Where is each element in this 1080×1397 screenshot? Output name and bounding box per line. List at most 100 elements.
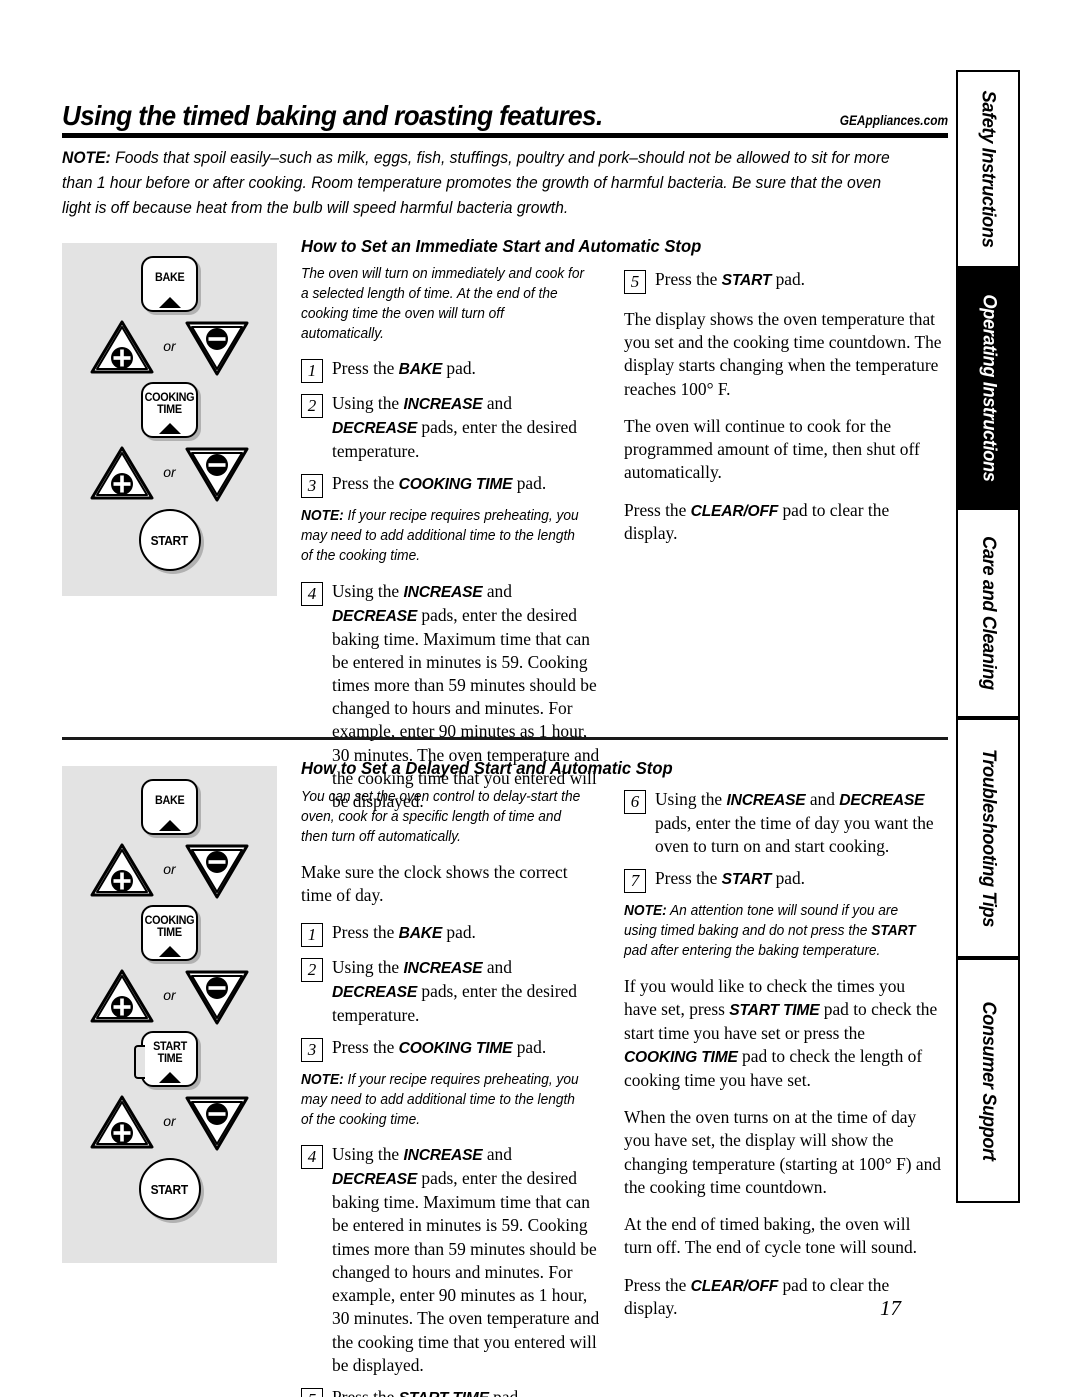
sidebar-item-consumer-support[interactable]: Consumer Support — [956, 958, 1020, 1203]
increase-pad[interactable] — [88, 444, 156, 504]
step-pre: Using the — [332, 393, 404, 414]
step-number: 1 — [301, 923, 323, 948]
or-label-2: or — [163, 464, 176, 480]
or-label-1: or — [163, 861, 176, 877]
increase-decrease-row-2: or — [88, 967, 250, 1027]
immediate-right-column: 5 Press the START pad. The display shows… — [624, 268, 942, 560]
cooking-time-pad-label: COOKING TIME — [144, 392, 195, 416]
pad-name: DECREASE — [332, 607, 418, 625]
start-time-pad[interactable]: START TIME — [134, 1031, 198, 1087]
step-pre: Press the — [332, 358, 399, 379]
pad-name: INCREASE — [403, 960, 483, 978]
step-post: pad. — [442, 922, 476, 943]
top-note-label: NOTE: — [62, 149, 111, 167]
up-triangle-icon — [158, 946, 181, 957]
start-pad-row: START — [138, 509, 201, 571]
step-item: 1 Press the BAKE pad. — [301, 921, 601, 948]
step-text: Press the BAKE pad. — [332, 357, 601, 383]
bake-pad-label: BAKE — [154, 795, 185, 808]
sidebar-item-label: Care and Cleaning — [978, 536, 999, 690]
start-time-pad-row: START TIME — [134, 1031, 198, 1087]
note-label: NOTE: — [301, 1071, 344, 1088]
sidebar-item-label: Safety Instructions — [978, 90, 999, 248]
section-heading-immediate: How to Set an Immediate Start and Automa… — [301, 236, 702, 256]
step-mid: and — [805, 789, 840, 809]
increase-pad[interactable] — [88, 1093, 156, 1153]
step-mid: and — [482, 393, 512, 414]
step-number: 7 — [624, 869, 646, 894]
attention-tone-note: NOTE: An attention tone will sound if yo… — [624, 902, 929, 962]
step-number: 4 — [301, 581, 323, 606]
step-item: 1 Press the BAKE pad. — [301, 357, 601, 384]
immediate-clear-off-para: Press the CLEAR/OFF pad to clear the dis… — [624, 499, 942, 546]
up-triangle-icon — [158, 820, 181, 831]
pad-name: COOKING TIME — [624, 1049, 738, 1067]
increase-pad[interactable] — [88, 318, 156, 378]
step-number: 3 — [301, 474, 323, 499]
up-triangle-icon — [158, 423, 181, 434]
pad-name: INCREASE — [726, 792, 806, 809]
delayed-right-column: 6 Using the INCREASE and DECREASE pads, … — [624, 788, 942, 1335]
step-post: pad. — [771, 269, 806, 289]
control-panel-delayed: BAKE or COOKING TIME or START TIME or ST… — [62, 766, 277, 1263]
step-text: Press the COOKING TIME pad. — [332, 1036, 601, 1062]
pad-name: DECREASE — [332, 983, 418, 1001]
start-pad[interactable]: START — [138, 509, 201, 571]
step-post: pad. — [771, 868, 806, 889]
decrease-pad[interactable] — [183, 967, 251, 1027]
start-pad-row: START — [138, 1158, 201, 1220]
immediate-intro-note: The oven will turn on immediately and co… — [301, 266, 585, 342]
decrease-pad[interactable] — [183, 444, 251, 504]
step-item: 7 Press the START pad. — [624, 867, 942, 894]
section-divider — [62, 737, 948, 740]
sidebar-tabs: Safety Instructions Operating Instructio… — [956, 70, 1020, 1332]
decrease-pad[interactable] — [183, 1093, 251, 1153]
or-label-1: or — [163, 338, 176, 354]
bake-pad[interactable]: BAKE — [141, 779, 198, 835]
increase-pad[interactable] — [88, 841, 156, 901]
bake-pad[interactable]: BAKE — [141, 256, 198, 312]
step-item: 2 Using the INCREASE and DECREASE pads, … — [301, 392, 601, 463]
sidebar-item-operating-instructions[interactable]: Operating Instructions — [956, 268, 1020, 508]
note-label: NOTE: — [301, 508, 344, 525]
immediate-display-para: The display shows the oven temperature t… — [624, 309, 942, 399]
step-text: Press the COOKING TIME pad. — [332, 472, 601, 498]
control-panel-immediate: BAKE or COOKING TIME or START — [62, 243, 277, 596]
start-pad[interactable]: START — [138, 1158, 201, 1220]
step-text: Using the INCREASE and DECREASE pads, en… — [332, 956, 601, 1027]
up-triangle-icon — [158, 297, 181, 308]
step-post: pad. — [442, 358, 476, 379]
step-text: Press the BAKE pad. — [332, 921, 601, 947]
sidebar-item-safety-instructions[interactable]: Safety Instructions — [956, 70, 1020, 268]
pad-name: START TIME — [729, 1002, 820, 1020]
step-item: 6 Using the INCREASE and DECREASE pads, … — [624, 788, 942, 858]
increase-pad[interactable] — [88, 967, 156, 1027]
decrease-pad[interactable] — [183, 318, 251, 378]
step-mid: and — [482, 957, 512, 978]
pad-name: BAKE — [398, 361, 443, 379]
delayed-preheat-note: NOTE: If your recipe requires preheating… — [301, 1071, 589, 1131]
step-post: pad. — [488, 1386, 523, 1397]
step-pre: Press the — [332, 1386, 399, 1397]
step-pre: Press the — [332, 473, 399, 494]
top-note-text: Foods that spoil easily–such as milk, eg… — [62, 149, 890, 218]
decrease-pad[interactable] — [183, 841, 251, 901]
up-triangle-icon — [158, 1072, 181, 1083]
sidebar-item-troubleshooting-tips[interactable]: Troubleshooting Tips — [956, 718, 1020, 958]
pad-name: START TIME — [399, 1390, 489, 1397]
sidebar-item-label: Consumer Support — [978, 1000, 1000, 1161]
step-number: 5 — [624, 270, 646, 294]
step-number: 1 — [301, 359, 323, 384]
pad-name: DECREASE — [332, 1171, 418, 1189]
cooking-time-pad[interactable]: COOKING TIME — [141, 905, 198, 961]
step-number: 3 — [301, 1037, 323, 1062]
delayed-clock-para: Make sure the clock shows the correct ti… — [301, 861, 568, 905]
cooking-time-pad[interactable]: COOKING TIME — [141, 382, 198, 438]
step-number: 6 — [624, 790, 646, 814]
step-text: Press the START pad. — [655, 268, 942, 294]
sidebar-item-care-and-cleaning[interactable]: Care and Cleaning — [956, 508, 1020, 718]
clear-off-pre: Press the — [624, 499, 691, 520]
clear-off-pre: Press the — [624, 1274, 691, 1295]
note-text: If your recipe requires preheating, you … — [301, 508, 579, 565]
step-pre: Press the — [655, 269, 722, 289]
